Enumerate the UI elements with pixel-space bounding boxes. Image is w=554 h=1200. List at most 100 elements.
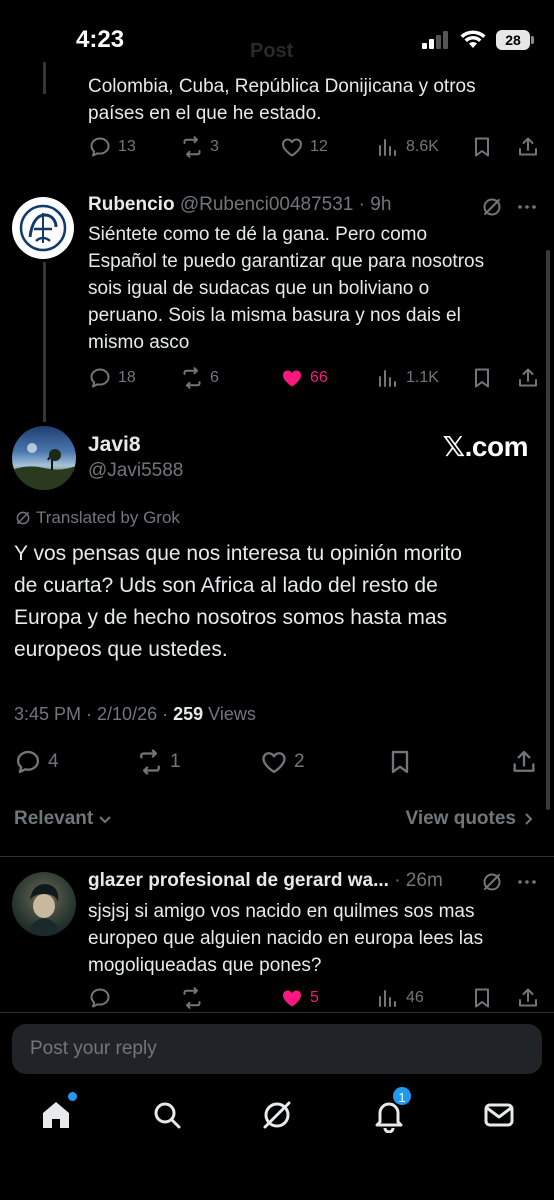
previous-tweet-line: países en el que he estado. xyxy=(88,103,322,124)
reply-button[interactable]: 13 xyxy=(88,135,136,159)
glazer-line: europeo que alguien nacido en europa lee… xyxy=(88,928,484,949)
repost-button[interactable]: 1 xyxy=(136,748,181,776)
like-button[interactable]: 2 xyxy=(260,748,305,776)
grok-icon[interactable] xyxy=(480,870,504,894)
reply-placeholder: Post your reply xyxy=(30,1038,157,1059)
main-author-handle[interactable]: @Javi5588 xyxy=(88,460,183,482)
rubencio-line: mismo asco xyxy=(88,332,190,353)
reply-button[interactable] xyxy=(88,986,112,1010)
grok-icon[interactable] xyxy=(480,195,504,219)
rubencio-line: Siéntete como te dé la gana. Pero como xyxy=(88,224,428,245)
divider xyxy=(0,1012,554,1013)
header-title: Post xyxy=(250,40,294,62)
bookmark-button[interactable] xyxy=(470,986,494,1010)
scrollbar[interactable] xyxy=(546,250,550,810)
more-icon[interactable] xyxy=(515,195,539,219)
avatar-glazer[interactable] xyxy=(12,872,76,936)
share-button[interactable] xyxy=(516,986,540,1010)
like-button[interactable]: 12 xyxy=(280,135,328,159)
reply-icon xyxy=(90,137,110,157)
home-icon xyxy=(43,1102,69,1128)
previous-tweet-text[interactable]: Colombia, Cuba, República Donijicana y o… xyxy=(88,73,538,127)
views-count: 1.1K xyxy=(406,369,439,386)
grok-icon xyxy=(16,511,30,525)
tab-grok[interactable] xyxy=(259,1097,295,1133)
repost-button[interactable]: 6 xyxy=(180,366,219,390)
bookmark-button[interactable] xyxy=(470,366,494,390)
main-author-name[interactable]: Javi8 xyxy=(88,433,141,457)
main-tweet-meta: 3:45 PM · 2/10/26 · 259 Views xyxy=(14,704,256,725)
battery-level: 28 xyxy=(496,30,530,50)
thread-line-rubencio xyxy=(43,262,46,422)
status-icons: 28 xyxy=(422,30,534,50)
tab-search[interactable] xyxy=(149,1097,185,1133)
share-icon xyxy=(519,988,537,1007)
share-button[interactable] xyxy=(510,748,538,776)
bookmark-icon xyxy=(391,750,409,774)
sort-relevant-button[interactable]: Relevant xyxy=(14,808,113,830)
like-count: 66 xyxy=(310,369,328,386)
tab-home[interactable] xyxy=(38,1092,77,1133)
main-tweet-line: Europa y de hecho nosotros somos hasta m… xyxy=(14,606,448,629)
repost-button[interactable] xyxy=(180,986,204,1010)
heart-filled-icon xyxy=(283,990,301,1007)
x-watermark: 𝕏.com xyxy=(442,431,529,462)
views-icon xyxy=(379,139,396,156)
views-count: 8.6K xyxy=(406,138,439,155)
like-button[interactable]: 5 xyxy=(280,986,319,1010)
avatar-rubencio[interactable] xyxy=(12,197,74,259)
reply-button[interactable]: 4 xyxy=(14,748,59,776)
main-tweet-timestamp[interactable]: 3:45 PM · 2/10/26 · xyxy=(14,704,173,724)
status-bar: Post 4:23 28 xyxy=(0,0,554,70)
status-time: 4:23 xyxy=(76,26,125,53)
repost-button[interactable]: 3 xyxy=(180,135,219,159)
tab-notifications[interactable]: 1 xyxy=(371,1085,413,1134)
avatar-javi8[interactable] xyxy=(12,426,76,490)
notifications-badge: 1 xyxy=(391,1085,413,1107)
thread-line-top xyxy=(43,62,46,94)
like-count: 12 xyxy=(310,138,328,155)
mail-icon xyxy=(484,1103,514,1127)
rubencio-name[interactable]: Rubencio xyxy=(88,194,175,215)
rubencio-text[interactable]: Siéntete como te dé la gana. Pero como E… xyxy=(88,221,543,356)
tab-messages[interactable] xyxy=(481,1097,517,1133)
previous-tweet-line: Colombia, Cuba, República Donijicana y o… xyxy=(88,76,476,97)
view-quotes-button[interactable]: View quotes xyxy=(405,808,536,830)
views-button[interactable]: 8.6K xyxy=(376,135,439,159)
bookmark-button[interactable] xyxy=(386,748,414,776)
glazer-text[interactable]: sjsjsj si amigo vos nacido en quilmes so… xyxy=(88,898,543,979)
share-button[interactable] xyxy=(516,135,540,159)
grok-icon xyxy=(263,1101,291,1129)
wifi-icon xyxy=(460,30,486,48)
like-count: 5 xyxy=(310,989,319,1006)
share-icon xyxy=(519,368,537,387)
more-icon[interactable] xyxy=(515,870,539,894)
repost-icon xyxy=(140,749,160,775)
share-icon xyxy=(519,137,537,156)
repost-count: 1 xyxy=(170,751,181,772)
bookmark-button[interactable] xyxy=(470,135,494,159)
reply-input[interactable]: Post your reply xyxy=(12,1024,542,1074)
reply-button[interactable]: 18 xyxy=(88,366,136,390)
views-icon xyxy=(379,370,396,387)
bookmark-icon xyxy=(475,368,489,388)
bottom-tab-bar: 1 xyxy=(0,1085,554,1155)
search-icon xyxy=(154,1102,181,1129)
bookmark-icon xyxy=(475,137,489,157)
main-tweet-text: Y vos pensas que nos interesa tu opinión… xyxy=(14,538,544,666)
home-notification-dot xyxy=(68,1092,77,1101)
rubencio-time: · 9h xyxy=(358,194,392,215)
translation-notice[interactable]: Translated by Grok xyxy=(14,508,180,528)
views-button[interactable]: 46 xyxy=(376,986,424,1010)
reply-icon xyxy=(16,750,40,774)
reply-icon xyxy=(90,988,110,1008)
main-tweet-views-count[interactable]: 259 xyxy=(173,704,203,724)
views-button[interactable]: 1.1K xyxy=(376,366,439,390)
glazer-name[interactable]: glazer profesional de gerard wa... xyxy=(88,870,389,891)
main-tweet-actions: 4 1 2 xyxy=(0,748,554,778)
battery-tip xyxy=(531,36,534,44)
main-tweet-line: Y vos pensas que nos interesa tu opinión… xyxy=(14,542,462,565)
share-button[interactable] xyxy=(516,366,540,390)
like-button[interactable]: 66 xyxy=(280,366,328,390)
rubencio-handle[interactable]: @Rubenci00487531 xyxy=(180,194,354,215)
